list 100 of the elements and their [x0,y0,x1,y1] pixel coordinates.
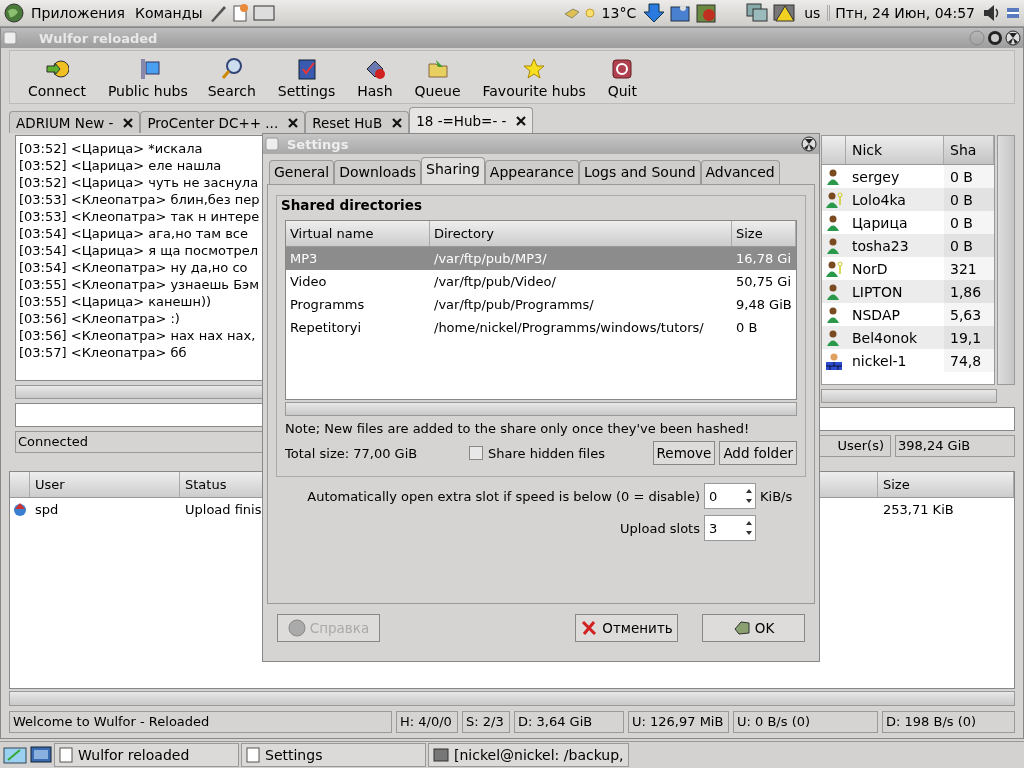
column-header[interactable]: Sha [944,136,994,164]
folder-icon [425,57,450,81]
chat-message: [03:54] <Клеопатра> ну да,но со [19,259,248,276]
table-cell-text: /var/ftp/pub/Video/ [433,273,557,291]
table-cell-text: 9,48 GiB [735,296,793,314]
user-nick[interactable]: NSDAP [846,306,944,323]
column-header[interactable]: Virtual name [286,221,430,246]
download-arrow-icon[interactable] [643,2,666,24]
table-row[interactable]: Programms /var/ftp/pub/Programms/ 9,48 GiB [286,293,796,316]
monitors-icon[interactable] [745,2,770,24]
toolbar-button[interactable]: Search [201,51,262,103]
settings-tab[interactable]: Appearance [484,160,579,184]
user-nick[interactable]: tosha23 [846,237,944,254]
cloud-icon [562,6,581,20]
user-nick[interactable]: Bel4onok [846,329,944,346]
taskbar-button[interactable]: Settings [241,743,426,767]
table-row[interactable]: Video /var/ftp/pub/Video/ 50,75 Gi [286,270,796,293]
user-share: 5,63 [944,303,994,326]
column-header[interactable]: Nick [846,136,944,164]
table-cell-text: 253,71 KiB [882,500,955,519]
toolbar-button[interactable]: Hash [351,51,399,103]
status-field: Welcome to Wulfor - Reloaded [9,711,392,733]
keyboard-layout[interactable]: us [801,5,824,21]
user-nick[interactable]: Lolo4ka [846,191,944,208]
group-title: Shared directories [281,197,422,213]
action-button[interactable]: Add folder [719,441,797,465]
settings-tab[interactable]: Advanced [700,160,780,184]
hub-tab[interactable]: ADRIUM New - [9,111,141,133]
chat-message: [03:54] <Царица> ага,но там все [19,225,248,242]
pen-icon[interactable] [209,3,228,23]
plug-icon [44,57,69,81]
toolbar-button[interactable]: Favourite hubs [476,51,592,103]
window-menu-icon[interactable] [3,31,17,45]
notes-icon[interactable] [231,3,250,23]
settings-tab[interactable]: Logs and Sound [578,160,701,184]
user-share: 0 B [944,234,994,257]
hub-tab[interactable]: 18 -=Hub=- - [409,107,534,133]
spin-field[interactable]: 3 [704,515,756,541]
unit-label: KiB/s [760,488,794,504]
horizontal-scrollbar[interactable] [285,402,797,416]
user-key-icon [825,259,843,278]
close-icon[interactable] [288,117,299,128]
user-nick[interactable]: NorD [846,260,944,277]
warning-icon[interactable] [773,2,798,24]
table-cell-text: 16,78 Gi [735,250,793,268]
toolbar-button[interactable]: Queue [408,51,467,103]
settings-tab[interactable]: Sharing [421,157,485,184]
column-header[interactable]: Directory [430,221,732,246]
table-row[interactable]: Repetitoryi /home/nickel/Programms/windows/tutors/ 0 B [286,316,796,339]
flag-icon[interactable] [1006,6,1020,20]
horizontal-scrollbar[interactable] [9,691,1015,706]
taskbar-button[interactable]: Wulfor reloaded [54,743,239,767]
vertical-scrollbar[interactable] [997,135,1015,385]
user-key-icon [825,190,843,209]
toolbar-button[interactable]: Quit [601,51,643,103]
chat-message: [03:55] <Клеопатра> узнаешь Бэм [19,276,260,293]
horizontal-scrollbar[interactable] [821,389,997,403]
close-icon[interactable] [516,115,527,126]
checkbox-label[interactable]: Share hidden files [488,445,605,461]
taskbar-button[interactable]: [nickel@nickel: /backup, [428,743,629,767]
user-nick[interactable]: LIPTON [846,283,944,300]
close-icon[interactable] [123,117,134,128]
chat-message: [03:52] <Царица> *искала [19,140,203,157]
checkbox[interactable] [469,446,483,460]
hub-tab[interactable]: ProCenter DC++ ... [140,111,306,133]
total-share: 398,24 GiB [895,435,1015,457]
table-cell-text: spd [34,500,60,519]
toolbar-button[interactable]: Connect [22,51,92,103]
toolbar-button[interactable]: Public hubs [101,51,194,103]
maximize-icon[interactable] [987,30,1003,46]
clock[interactable]: Птн, 24 Июн, 04:57 [827,5,978,21]
action-button[interactable]: Remove [652,441,716,465]
table-cell-text: /home/nickel/Programms/windows/tutors/ [433,319,705,337]
table-cell-text: /var/ftp/pub/MP3/ [433,250,548,268]
dialog-button[interactable]: OK [702,614,805,642]
settings-tab[interactable]: General [269,160,335,184]
dialog-button[interactable]: Отменить [575,614,678,642]
column-header[interactable]: User [30,472,180,497]
close-icon[interactable] [801,136,817,152]
spin-field[interactable]: 0 [704,483,756,509]
column-header[interactable]: Size [732,221,796,246]
menu-item[interactable]: Команды [131,5,206,21]
monitor-icon[interactable] [30,744,52,766]
user-nick[interactable]: nickel-1 [846,352,944,369]
dialog-title: Settings [287,136,349,152]
menu-item[interactable]: Приложения [28,5,128,21]
toolbar-button[interactable]: Settings [271,51,342,103]
star-icon [522,57,547,81]
table-cell-text: 50,75 Gi [735,273,793,291]
field-label: Upload slots [620,520,700,536]
user-nick[interactable]: sergey [846,168,944,185]
hub-tab[interactable]: Reset HuB [305,111,410,133]
close-icon[interactable] [1005,30,1021,46]
table-cell-text: Video [289,273,328,291]
settings-tab[interactable]: Downloads [334,160,422,184]
user-nick[interactable]: Царица [846,214,944,231]
close-icon[interactable] [392,117,403,128]
column-header[interactable]: Size [878,472,1014,497]
user-share: 0 B [944,188,994,211]
power-icon [610,57,635,81]
